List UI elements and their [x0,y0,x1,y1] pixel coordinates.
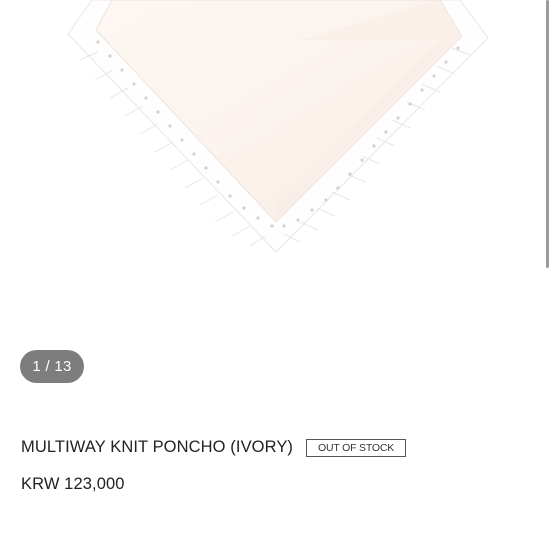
poncho-photo-icon [67,0,489,253]
product-price: KRW 123,000 [21,475,125,493]
stock-status-badge: OUT OF STOCK [306,438,407,457]
product-image[interactable] [0,0,552,300]
product-title: MULTIWAY KNIT PONCHO (IVORY) [21,438,294,456]
product-page: 1 / 13 MULTIWAY KNIT PONCHO (IVORY) OUT … [0,0,552,552]
scrollbar[interactable] [546,0,549,268]
image-counter-badge: 1 / 13 [20,350,84,383]
product-title-row: MULTIWAY KNIT PONCHO (IVORY) OUT OF STOC… [21,438,407,457]
